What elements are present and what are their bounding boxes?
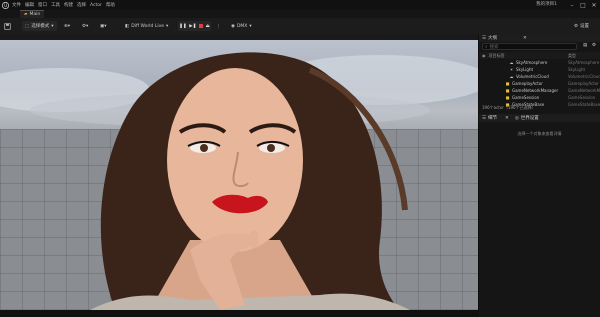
- actor-icon: ■: [505, 95, 510, 100]
- tab-details[interactable]: 细节: [488, 115, 497, 121]
- tab-main-label: Main: [29, 12, 41, 17]
- details-empty-text: 选择一个对象来查看详情: [517, 131, 562, 136]
- close-icon[interactable]: ✕: [505, 116, 509, 121]
- chevron-down-icon: ▾: [51, 23, 54, 29]
- actor-icon: ■: [505, 81, 510, 86]
- dmx-icon: ◉: [231, 23, 235, 29]
- mode-label: 选择模式: [31, 24, 50, 29]
- level-icon: ▰: [24, 12, 28, 17]
- outliner-status: 196个actor（196个已选择）: [482, 104, 536, 110]
- blueprint-icon: ⚙▾: [82, 23, 89, 29]
- details-icon: ☰: [482, 115, 487, 121]
- select-mode-icon: ⬚: [25, 23, 30, 29]
- world-settings-icon: ◎: [514, 115, 519, 121]
- eject-icon[interactable]: ⏏: [205, 24, 209, 29]
- outliner-tree: ☁ SkyAtmosphere SkyAtmosphere ☀ SkyLight…: [479, 59, 600, 108]
- list-item[interactable]: ☁ VolumetricCloud VolumetricCloud: [479, 73, 600, 80]
- net-mode-label: Diff World Live: [131, 23, 165, 29]
- menu-build[interactable]: 构建: [64, 2, 73, 8]
- outliner-icon: ☰: [482, 35, 487, 41]
- net-mode-button[interactable]: ◧ Diff World Live ▾: [125, 21, 168, 31]
- chevron-down-icon: ▾: [249, 23, 252, 29]
- close-icon[interactable]: ✕: [523, 36, 527, 41]
- list-item[interactable]: ■ GameplayActor GameplayActor: [479, 80, 600, 87]
- outliner-column-header: ◉ 项目标签 类型: [479, 52, 600, 59]
- net-mode-icon: ◧: [125, 23, 130, 29]
- search-placeholder: 搜索: [489, 44, 499, 50]
- gear-icon: ⚙: [574, 23, 579, 29]
- list-item[interactable]: ■ GameSession GameSession: [479, 94, 600, 101]
- stop-icon[interactable]: [198, 24, 203, 28]
- outliner-search-input[interactable]: ⌕ 搜索: [482, 43, 577, 50]
- status-bar: [0, 310, 479, 317]
- menu-help[interactable]: 帮助: [106, 2, 115, 8]
- right-panel: ☰ 大纲 ✕ ⌕ 搜索 ▤ ⚙ ◉ 项目标签 类型 ☁ SkyAtmospher…: [479, 34, 600, 317]
- list-item[interactable]: ☁ SkyAtmosphere SkyAtmosphere: [479, 59, 600, 66]
- minimize-icon[interactable]: –: [567, 0, 577, 10]
- menu-edit[interactable]: 编辑: [25, 2, 34, 8]
- col-type[interactable]: 类型: [568, 53, 576, 59]
- outliner-title: 大纲: [488, 36, 498, 41]
- settings-button[interactable]: ⚙ 设置: [574, 21, 589, 31]
- platform-button[interactable]: ◉ DMX ▾: [231, 21, 252, 31]
- skip-icon[interactable]: ▶❚: [189, 24, 196, 29]
- search-icon: ⌕: [485, 44, 488, 50]
- main-toolbar: ⬚ 选择模式 ▾ ⊕▾ ⚙▾ ▣▾ ◧ Diff World Live ▾ ❚❚…: [0, 18, 600, 34]
- level-viewport[interactable]: [0, 34, 478, 310]
- outliner-header: ☰ 大纲 ✕: [479, 34, 600, 42]
- svg-text:U: U: [4, 3, 7, 8]
- menu-tools[interactable]: 工具: [51, 2, 60, 8]
- cloud-icon: ☁: [509, 74, 514, 79]
- close-icon[interactable]: ✕: [589, 0, 599, 10]
- maximize-icon[interactable]: □: [578, 0, 588, 10]
- col-label[interactable]: 项目标签: [489, 53, 505, 59]
- pause-icon[interactable]: ❚❚: [179, 24, 187, 29]
- clapper-icon: ▣▾: [100, 23, 107, 29]
- cinematics-button[interactable]: ▣▾: [100, 21, 107, 31]
- menu-file[interactable]: 文件: [12, 2, 21, 8]
- actor-icon: ■: [505, 88, 510, 93]
- list-item[interactable]: ☀ SkyLight SkyLight: [479, 66, 600, 73]
- chevron-down-icon: ▾: [166, 23, 169, 29]
- add-content-button[interactable]: ⊕▾: [64, 21, 70, 31]
- mode-select-button[interactable]: ⬚ 选择模式 ▾: [22, 21, 57, 31]
- save-icon[interactable]: [4, 21, 11, 31]
- details-header: ☰ 细节 ✕ ◎ 世界设置: [479, 114, 600, 122]
- play-controls: ❚❚ ▶❚ ⏏: [178, 21, 211, 31]
- menu-bar: U 文件 编辑 窗口 工具 构建 选择 Actor 帮助 我的项目1 – □ ✕: [0, 0, 600, 10]
- list-item[interactable]: ■ GameNetworkManager GameNetworkManager: [479, 87, 600, 94]
- blueprint-button[interactable]: ⚙▾: [82, 21, 88, 31]
- menu-actor[interactable]: Actor: [90, 3, 102, 8]
- sky-atmosphere-icon: ☁: [509, 60, 514, 65]
- sky-light-icon: ☀: [509, 67, 514, 72]
- visibility-icon[interactable]: ◉: [482, 53, 486, 58]
- tab-world-settings[interactable]: 世界设置: [521, 115, 539, 121]
- filter-icon[interactable]: ▤: [583, 43, 587, 48]
- more-icon[interactable]: ⋮: [216, 21, 221, 31]
- portrait-image: [90, 52, 410, 310]
- unreal-logo-icon[interactable]: U: [0, 0, 10, 10]
- tab-bar: ▰ Main: [0, 10, 600, 18]
- platform-label: DMX: [236, 23, 248, 29]
- tab-main[interactable]: ▰ Main: [20, 10, 45, 18]
- outliner-search-row: ⌕ 搜索 ▤ ⚙: [479, 42, 600, 52]
- menu-select[interactable]: 选择: [77, 2, 86, 8]
- add-actor-icon: ⊕▾: [64, 23, 71, 29]
- project-name: 我的项目1: [536, 2, 557, 7]
- menu-window[interactable]: 窗口: [38, 2, 47, 8]
- settings-icon[interactable]: ⚙: [592, 43, 596, 48]
- settings-label: 设置: [580, 24, 590, 29]
